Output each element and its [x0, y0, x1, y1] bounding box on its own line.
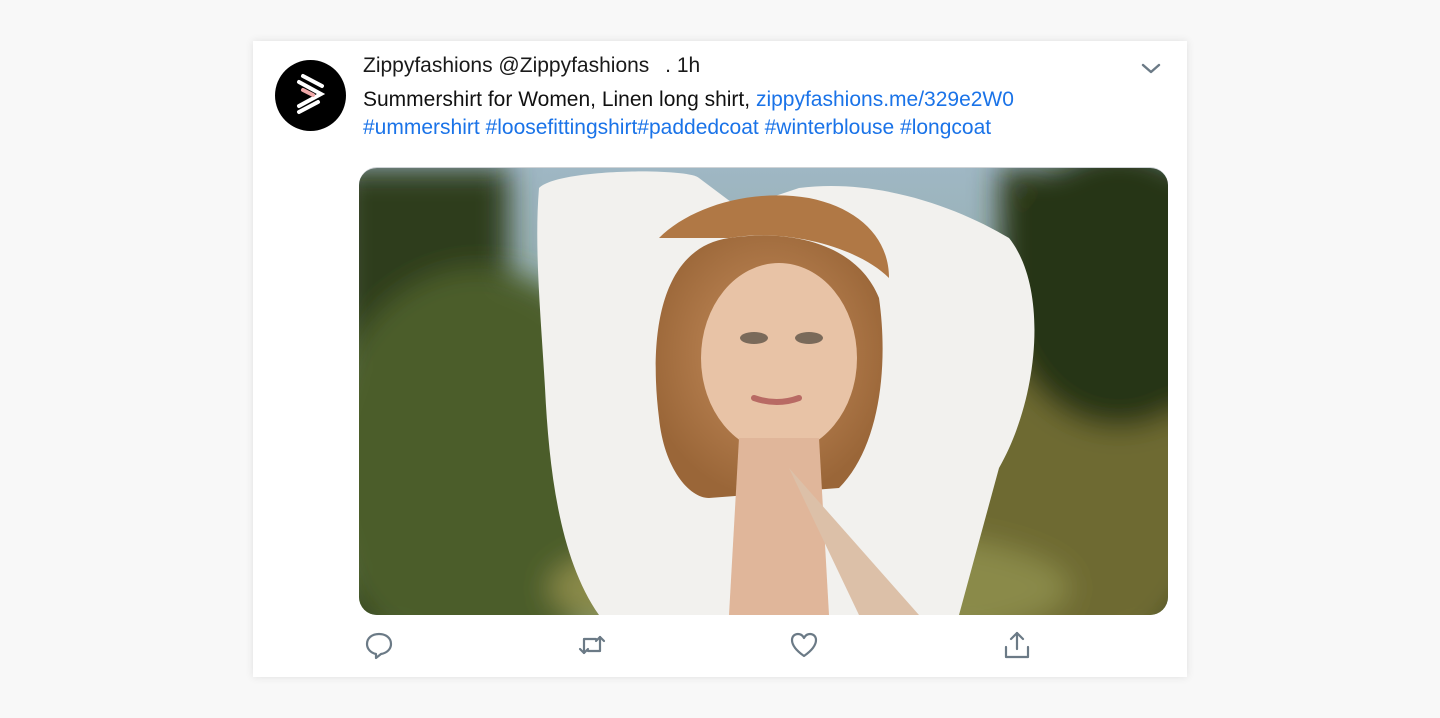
tweet-header: Zippyfashions @Zippyfashions . 1h [363, 53, 700, 79]
hashtag[interactable]: #winterblouse [765, 116, 895, 139]
tweet-card: Zippyfashions @Zippyfashions . 1h Summer… [253, 41, 1187, 677]
display-name[interactable]: Zippyfashions [363, 54, 493, 77]
retweet-icon[interactable] [576, 629, 608, 661]
heart-icon[interactable] [788, 629, 820, 661]
tweet-text: Summershirt for Women, Linen long shirt,… [363, 86, 1143, 142]
brand-logo-icon [297, 74, 326, 114]
tweet-photo[interactable] [359, 167, 1168, 615]
chevron-down-icon[interactable] [1139, 59, 1163, 79]
hashtag[interactable]: #paddedcoat [637, 116, 758, 139]
speech-bubble-icon[interactable] [363, 629, 395, 661]
tweet-actions [363, 629, 1163, 669]
hashtag[interactable]: #loosefittingshirt [486, 116, 638, 139]
tweet-body: Summershirt for Women, Linen long shirt, [363, 88, 751, 111]
timestamp[interactable]: . 1h [665, 54, 700, 77]
tweet-link[interactable]: zippyfashions.me/329e2W0 [756, 88, 1014, 111]
handle[interactable]: @Zippyfashions [498, 54, 649, 77]
hashtag[interactable]: #longcoat [900, 116, 991, 139]
avatar[interactable] [275, 60, 346, 131]
hashtag[interactable]: #ummershirt [363, 116, 480, 139]
share-upload-icon[interactable] [1001, 629, 1033, 661]
